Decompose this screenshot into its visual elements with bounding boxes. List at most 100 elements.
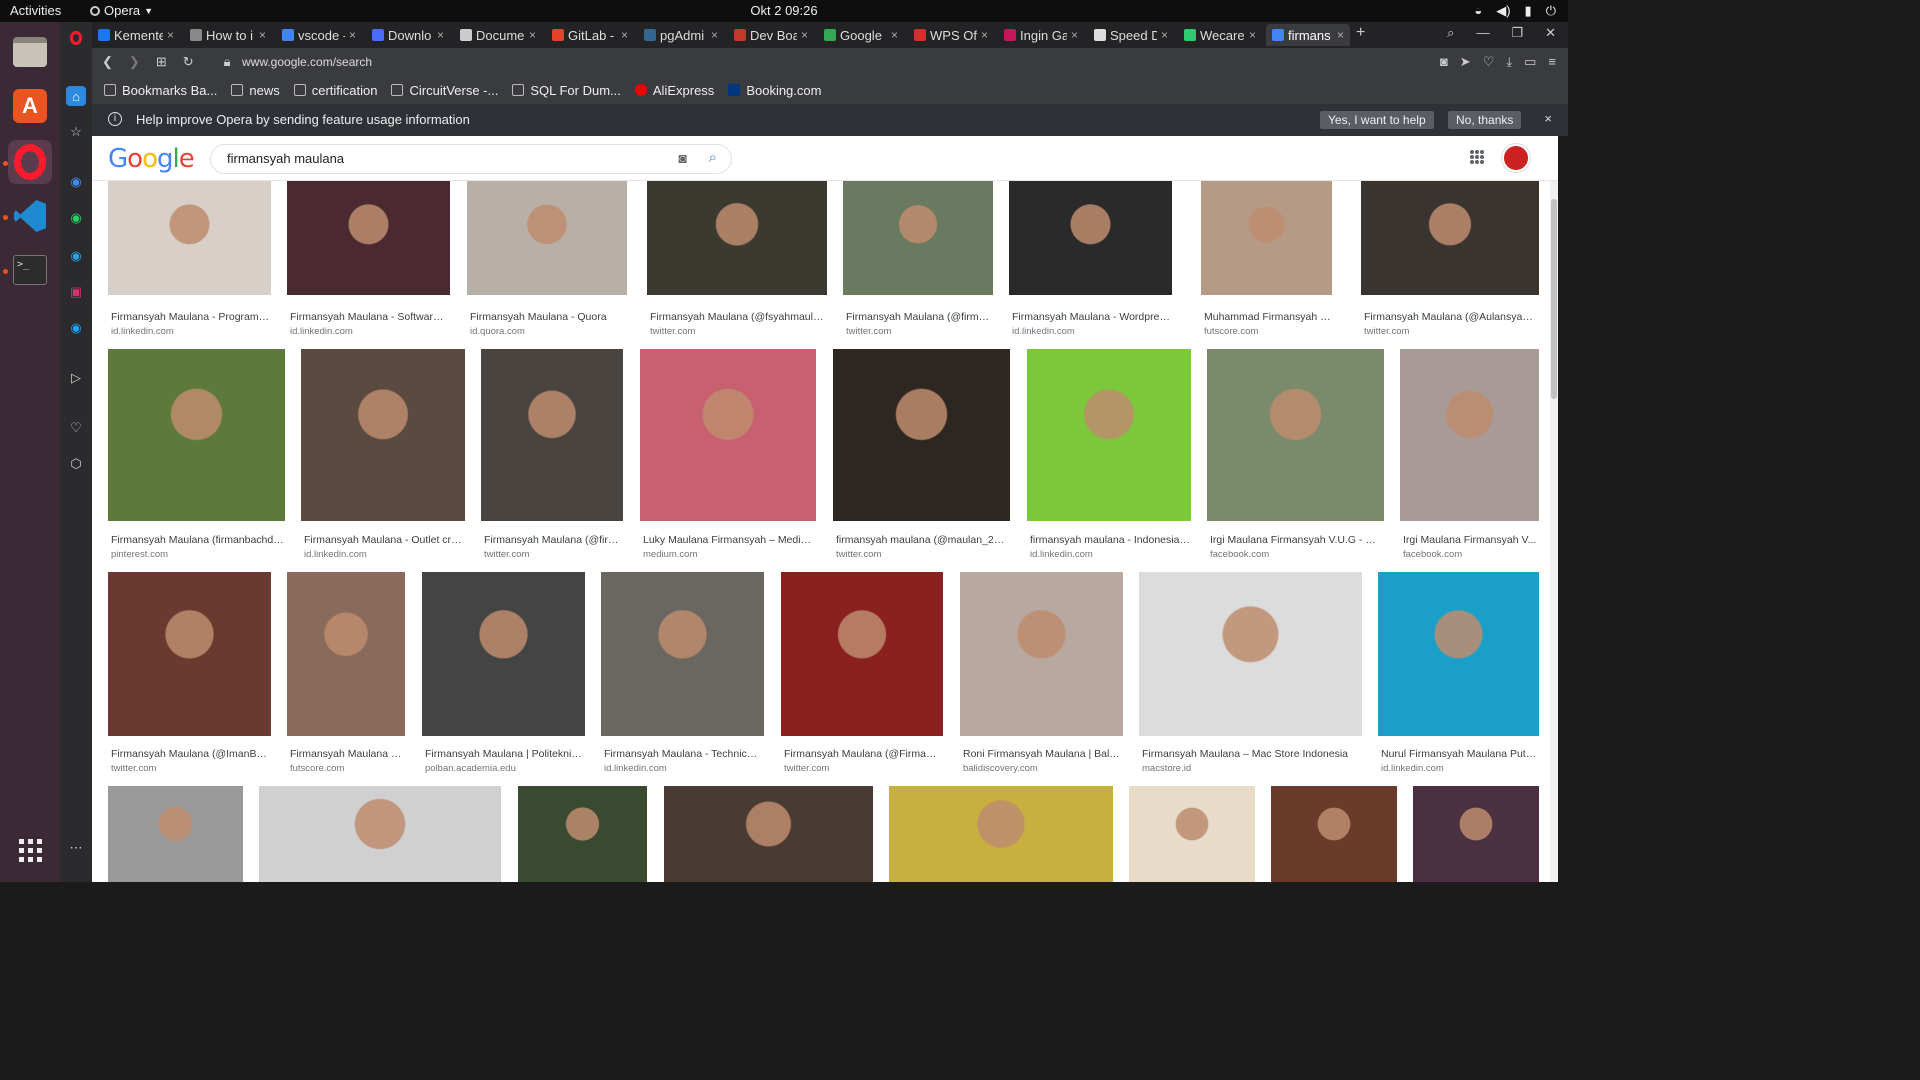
search-tabs-icon[interactable]: ⌕ xyxy=(1447,25,1454,41)
result-source[interactable]: twitter.com xyxy=(836,549,881,560)
result-thumbnail[interactable] xyxy=(108,572,271,736)
instagram-icon[interactable]: ▣ xyxy=(66,282,86,302)
speed-dial-icon[interactable]: ⌂ xyxy=(66,86,86,106)
tabs-overview-icon[interactable]: ⊞ xyxy=(156,54,167,70)
result-title[interactable]: Firmansyah Maulana - Outlet cre... xyxy=(304,534,464,546)
result-source[interactable]: twitter.com xyxy=(784,763,829,774)
result-source[interactable]: twitter.com xyxy=(1364,326,1409,337)
image-result[interactable]: Roni Firmansyah Maulana | Bali ... balidi… xyxy=(960,572,1123,780)
more-icon[interactable]: ⋯ xyxy=(66,838,86,858)
result-source[interactable]: id.linkedin.com xyxy=(1030,549,1093,560)
image-result[interactable] xyxy=(889,786,1113,882)
search-input[interactable] xyxy=(227,151,647,166)
result-thumbnail[interactable] xyxy=(1378,572,1539,736)
result-title[interactable]: Firmansyah Maulana - Programm... xyxy=(111,311,270,323)
bookmark-item[interactable]: news xyxy=(231,83,280,98)
vscode-icon[interactable] xyxy=(8,194,52,238)
image-result[interactable]: Irgi Maulana Firmansyah V... facebook.com xyxy=(1400,349,1539,566)
heart-icon[interactable]: ♡ xyxy=(1483,54,1495,70)
url-field[interactable]: www.google.com/search xyxy=(242,55,372,69)
result-source[interactable]: id.linkedin.com xyxy=(604,763,667,774)
result-thumbnail[interactable] xyxy=(843,181,993,295)
result-source[interactable]: futscore.com xyxy=(290,763,344,774)
accept-help-button[interactable]: Yes, I want to help xyxy=(1320,111,1434,129)
browser-tab[interactable]: WPS Off × xyxy=(908,24,994,46)
result-title[interactable]: Firmansyah Maulana (@Firmany... xyxy=(784,748,942,760)
image-result[interactable]: Firmansyah Maulana (@Aulansyah_...twitte… xyxy=(1361,181,1539,343)
result-thumbnail[interactable] xyxy=(287,181,450,295)
result-thumbnail[interactable] xyxy=(301,349,465,521)
result-title[interactable]: Muhammad Firmansyah Maula... xyxy=(1204,311,1331,323)
browser-tab[interactable]: Wecare × xyxy=(1178,24,1262,46)
result-title[interactable]: Firmansyah Maulana – Mac Store Indonesia xyxy=(1142,748,1361,760)
close-tab-icon[interactable]: × xyxy=(621,28,628,42)
result-thumbnail[interactable] xyxy=(640,349,816,521)
result-title[interactable]: Firmansyah Maulana (@fsyahmaulan... xyxy=(650,311,826,323)
result-thumbnail[interactable] xyxy=(422,572,585,736)
result-title[interactable]: Firmansyah Maulana (@firm... xyxy=(484,534,622,546)
back-icon[interactable]: ❮ xyxy=(102,54,113,70)
image-result[interactable]: Firmansyah Maulana (@firma... twitter.com xyxy=(843,181,993,343)
avatar[interactable] xyxy=(1502,144,1530,172)
google-logo[interactable]: Google xyxy=(108,144,195,174)
browser-tab[interactable]: How to i × xyxy=(184,24,272,46)
forward-icon[interactable]: ❯ xyxy=(129,54,140,70)
twitter-icon[interactable]: ◉ xyxy=(66,318,86,338)
search-icon[interactable]: ⌕ xyxy=(709,149,717,166)
browser-tab[interactable]: Dev Boa × xyxy=(728,24,814,46)
close-tab-icon[interactable]: × xyxy=(1337,28,1344,42)
result-source[interactable]: id.quora.com xyxy=(470,326,525,337)
close-tab-icon[interactable]: × xyxy=(349,28,356,42)
result-title[interactable]: firmansyah maulana (@maulan_21) ... xyxy=(836,534,1009,546)
browser-tab[interactable]: pgAdmi × xyxy=(638,24,724,46)
result-source[interactable]: twitter.com xyxy=(846,326,891,337)
result-title[interactable]: Irgi Maulana Firmansyah V.U.G - Ho... xyxy=(1210,534,1383,546)
star-icon[interactable]: ☆ xyxy=(66,122,86,142)
result-thumbnail[interactable] xyxy=(1129,786,1255,882)
image-result[interactable]: Firmansyah Maulana (@fsyahmaulan... twitt… xyxy=(647,181,827,343)
result-thumbnail[interactable] xyxy=(1271,786,1397,882)
image-result[interactable]: Firmansyah Maulana - Outlet cre... id.lin… xyxy=(301,349,465,566)
image-result[interactable]: Irgi Maulana Firmansyah V.U.G - Ho... fac… xyxy=(1207,349,1384,566)
result-title[interactable]: Firmansyah Maulana (@Aulansyah_... xyxy=(1364,311,1538,323)
bookmark-item[interactable]: certification xyxy=(293,83,377,98)
close-tab-icon[interactable]: × xyxy=(891,28,898,42)
result-thumbnail[interactable] xyxy=(481,349,623,521)
result-source[interactable]: facebook.com xyxy=(1210,549,1269,560)
result-title[interactable]: Firmansyah Maulana - Quora xyxy=(470,311,626,323)
result-title[interactable]: Firmansyah Maulana - Technical ... xyxy=(604,748,763,760)
result-thumbnail[interactable] xyxy=(1009,181,1172,295)
messenger-icon[interactable]: ◉ xyxy=(66,172,86,192)
close-tab-icon[interactable]: × xyxy=(529,28,536,42)
image-result[interactable]: Firmansyah Maulana - ... futscore.com xyxy=(287,572,405,780)
result-thumbnail[interactable] xyxy=(781,572,943,736)
image-result[interactable]: Firmansyah Maulana (@ImanBe4... twitter.c… xyxy=(108,572,271,780)
result-thumbnail[interactable] xyxy=(1400,349,1539,521)
result-source[interactable]: twitter.com xyxy=(484,549,529,560)
result-title[interactable]: Firmansyah Maulana (@firma... xyxy=(846,311,992,323)
result-thumbnail[interactable] xyxy=(1201,181,1332,295)
google-apps-icon[interactable] xyxy=(1470,150,1484,164)
image-result[interactable] xyxy=(664,786,873,882)
whatsapp-icon[interactable]: ◉ xyxy=(66,208,86,228)
result-thumbnail[interactable] xyxy=(259,786,501,882)
result-thumbnail[interactable] xyxy=(664,786,873,882)
browser-tab[interactable]: Speed D × xyxy=(1088,24,1174,46)
image-result[interactable] xyxy=(1413,786,1539,882)
image-result[interactable]: Firmansyah Maulana - Quora id.quora.com xyxy=(467,181,627,343)
result-source[interactable]: id.linkedin.com xyxy=(111,326,174,337)
opera-menu-icon[interactable] xyxy=(66,28,86,48)
result-thumbnail[interactable] xyxy=(287,572,405,736)
close-tab-icon[interactable]: × xyxy=(801,28,808,42)
show-applications-icon[interactable] xyxy=(8,828,52,872)
browser-tab[interactable]: vscode - × xyxy=(276,24,362,46)
result-thumbnail[interactable] xyxy=(108,786,243,882)
result-thumbnail[interactable] xyxy=(601,572,764,736)
image-result[interactable]: Luky Maulana Firmansyah – Medium medium.c… xyxy=(640,349,816,566)
result-source[interactable]: balidiscovery.com xyxy=(963,763,1038,774)
result-thumbnail[interactable] xyxy=(647,181,827,295)
image-result[interactable]: Firmansyah Maulana - Programm... id.linke… xyxy=(108,181,271,343)
result-title[interactable]: Firmansyah Maulana - Software ... xyxy=(290,311,449,323)
bookmark-item[interactable]: SQL For Dum... xyxy=(512,83,621,98)
result-source[interactable]: pinterest.com xyxy=(111,549,168,560)
